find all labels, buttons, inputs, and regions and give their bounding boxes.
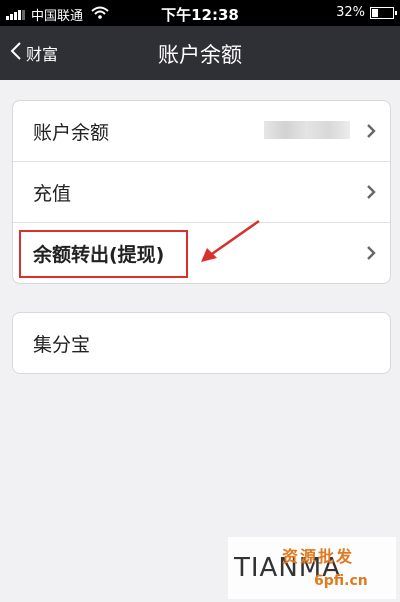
menu-item-account-balance[interactable]: 账户余额 <box>13 101 390 162</box>
chevron-right-icon <box>366 245 376 265</box>
battery-icon <box>370 6 397 19</box>
battery-percent: 32% <box>336 5 365 20</box>
status-bar: 中国联通 下午12:38 32% <box>0 0 400 26</box>
menu-item-label: 充值 <box>33 182 72 205</box>
highlight-box <box>19 230 188 278</box>
status-right: 32% <box>336 5 397 20</box>
watermark-url: 6pfi.cn <box>314 573 368 589</box>
menu-item-label: 账户余额 <box>33 121 110 144</box>
menu-item-label: 集分宝 <box>33 333 91 356</box>
page-title: 账户余额 <box>158 43 242 67</box>
menu-item-recharge[interactable]: 充值 <box>13 162 390 223</box>
watermark-brand: 资源批发 <box>282 547 355 566</box>
points-menu-group: 集分宝 <box>12 312 391 374</box>
red-arrow-icon <box>201 219 260 262</box>
navigation-bar: 财富 账户余额 <box>0 26 400 80</box>
watermark: TIANMA 资源批发 6pfi.cn <box>228 537 396 599</box>
masked-balance-value <box>264 121 350 139</box>
chevron-right-icon <box>366 184 376 204</box>
menu-item-jifenbao[interactable]: 集分宝 <box>13 313 390 373</box>
chevron-right-icon <box>366 123 376 143</box>
